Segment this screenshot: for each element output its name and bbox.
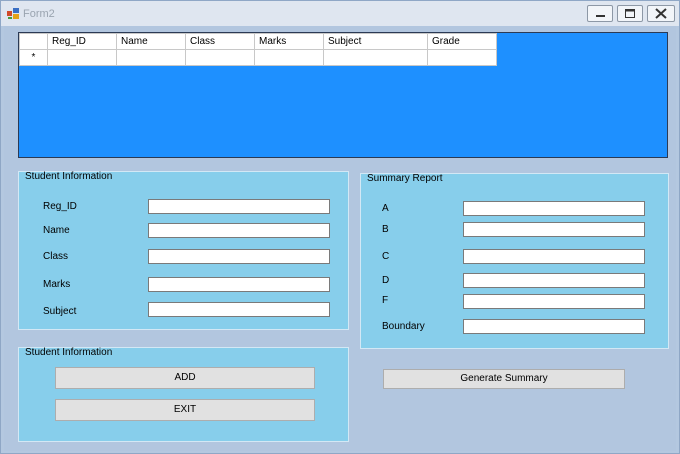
column-header-class[interactable]: Class [185, 33, 255, 50]
class-input[interactable] [148, 249, 330, 264]
minimize-icon [596, 15, 605, 17]
summary-report-group: Summary Report A B C D F Boundary [360, 173, 669, 349]
minimize-button[interactable] [587, 5, 613, 22]
window-title: Form2 [23, 8, 55, 20]
title-bar[interactable]: Form2 [1, 1, 679, 26]
student-information-group: Student Information Reg_ID Name Class Ma… [18, 171, 349, 330]
grade-b-input[interactable] [463, 222, 645, 237]
name-input[interactable] [148, 223, 330, 238]
grid-cell[interactable] [323, 49, 428, 66]
grade-f-label: F [382, 295, 389, 306]
column-header-name[interactable]: Name [116, 33, 186, 50]
marks-label: Marks [43, 279, 71, 290]
grade-d-label: D [382, 275, 390, 286]
grade-c-label: C [382, 251, 390, 262]
subject-input[interactable] [148, 302, 330, 317]
close-button[interactable] [647, 5, 675, 22]
actions-group-title: Student Information [25, 347, 113, 358]
marks-input[interactable] [148, 277, 330, 292]
grade-b-label: B [382, 224, 389, 235]
grid-cell[interactable] [254, 49, 324, 66]
actions-group: Student Information ADD EXIT [18, 347, 349, 442]
grid-new-row[interactable]: * [19, 49, 497, 66]
form2-window: Form2 Reg_ID Name Class Marks Subject Gr… [0, 0, 680, 454]
column-header-marks[interactable]: Marks [254, 33, 324, 50]
subject-label: Subject [43, 306, 77, 317]
name-label: Name [43, 225, 70, 236]
add-button[interactable]: ADD [55, 367, 315, 389]
maximize-icon [625, 9, 635, 18]
grid-cell[interactable] [47, 49, 117, 66]
grade-a-label: A [382, 203, 389, 214]
summary-report-title: Summary Report [367, 173, 443, 184]
grade-a-input[interactable] [463, 201, 645, 216]
grid-header-row: Reg_ID Name Class Marks Subject Grade [19, 33, 497, 50]
generate-summary-button[interactable]: Generate Summary [383, 369, 625, 389]
grid-cell[interactable] [427, 49, 497, 66]
grid-corner-header[interactable] [19, 33, 48, 50]
grid-cell[interactable] [185, 49, 255, 66]
grade-c-input[interactable] [463, 249, 645, 264]
student-information-title: Student Information [25, 171, 113, 182]
reg-id-label: Reg_ID [43, 201, 77, 212]
reg-id-input[interactable] [148, 199, 330, 214]
grid-table: Reg_ID Name Class Marks Subject Grade * [19, 33, 497, 66]
new-row-marker: * [19, 49, 48, 66]
class-label: Class [43, 251, 69, 262]
grade-d-input[interactable] [463, 273, 645, 288]
student-data-grid[interactable]: Reg_ID Name Class Marks Subject Grade * [18, 32, 668, 158]
column-header-reg-id[interactable]: Reg_ID [47, 33, 117, 50]
column-header-grade[interactable]: Grade [427, 33, 497, 50]
exit-button[interactable]: EXIT [55, 399, 315, 421]
maximize-button[interactable] [617, 5, 643, 22]
column-header-subject[interactable]: Subject [323, 33, 428, 50]
boundary-input[interactable] [463, 319, 645, 334]
app-icon [7, 8, 19, 19]
grade-f-input[interactable] [463, 294, 645, 309]
boundary-label: Boundary [382, 321, 425, 332]
close-icon [655, 8, 667, 19]
grid-cell[interactable] [116, 49, 186, 66]
